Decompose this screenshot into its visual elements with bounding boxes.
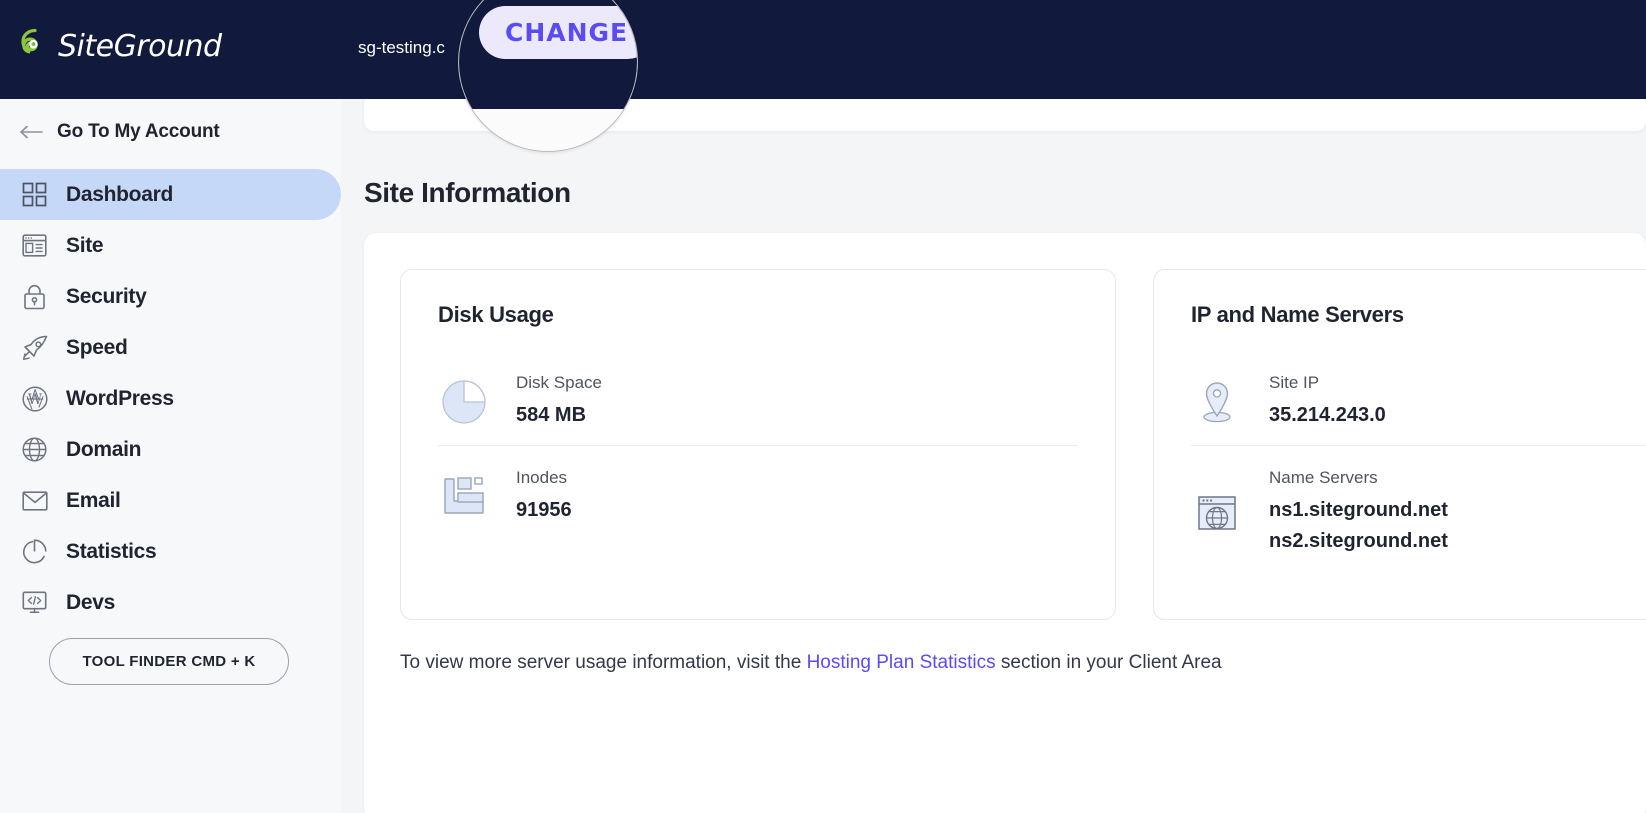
browser-window-icon — [21, 232, 48, 259]
sidebar-item-security[interactable]: Security — [0, 271, 341, 322]
go-to-my-account-link[interactable]: Go To My Account — [0, 99, 341, 165]
pie-chart-icon — [21, 538, 48, 565]
sidebar-item-dashboard[interactable]: Dashboard — [0, 169, 341, 220]
sidebar-item-speed[interactable]: Speed — [0, 322, 341, 373]
rocket-icon — [21, 334, 48, 361]
disk-space-key: Disk Space — [516, 373, 602, 392]
magnifier-white-background — [459, 109, 637, 151]
site-ip-row: Site IP 35.214.243.0 — [1191, 360, 1646, 445]
envelope-icon — [21, 487, 48, 514]
disk-space-text: Disk Space 584 MB — [516, 373, 602, 431]
grid-icon — [21, 181, 48, 208]
svg-text:W: W — [27, 392, 42, 408]
sidebar-item-devs[interactable]: Devs — [0, 577, 341, 628]
magnified-change-button[interactable]: CHANGE — [479, 6, 637, 59]
sidebar-label-speed: Speed — [66, 335, 128, 359]
footnote: To view more server usage information, v… — [400, 652, 1222, 674]
disk-usage-card: Disk Usage Disk Space 584 MB Inodes 9195… — [400, 269, 1116, 620]
top-bar: SiteGround sg-testing.c CHANGE — [0, 0, 1646, 99]
code-monitor-icon — [21, 589, 48, 616]
inodes-icon — [438, 473, 490, 521]
info-cards-row: Disk Usage Disk Space 584 MB Inodes 9195… — [400, 269, 1646, 620]
magnifier-overlay: CHANGE — [458, 0, 638, 152]
hosting-plan-statistics-link[interactable]: Hosting Plan Statistics — [807, 652, 996, 673]
sidebar-label-email: Email — [66, 488, 121, 512]
sidebar-label-wordpress: WordPress — [66, 386, 174, 410]
globe-icon — [21, 436, 48, 463]
magnifier-content: CHANGE — [459, 0, 637, 151]
sidebar-label-security: Security — [66, 284, 147, 308]
name-servers-value: ns1.siteground.net ns2.siteground.net — [1269, 499, 1448, 552]
ip-name-servers-title: IP and Name Servers — [1191, 302, 1404, 327]
name-servers-key: Name Servers — [1269, 468, 1378, 487]
lock-icon — [21, 283, 48, 310]
sidebar-label-site: Site — [66, 233, 104, 257]
pie-chart-filled-icon — [438, 378, 490, 426]
site-name-label: sg-testing.c — [358, 38, 445, 57]
sidebar-item-email[interactable]: Email — [0, 475, 341, 526]
disk-space-value: 584 MB — [516, 404, 587, 426]
site-ip-key: Site IP — [1269, 373, 1320, 392]
go-to-my-account-label: Go To My Account — [57, 121, 220, 142]
sidebar-label-domain: Domain — [66, 437, 142, 461]
siteground-logo-icon — [21, 28, 38, 54]
inodes-key: Inodes — [516, 468, 568, 487]
sidebar-label-devs: Devs — [66, 590, 116, 614]
site-ip-text: Site IP 35.214.243.0 — [1269, 373, 1386, 431]
site-ip-value: 35.214.243.0 — [1269, 404, 1386, 426]
inodes-row: Inodes 91956 — [438, 445, 1078, 540]
name-servers-text: Name Servers ns1.siteground.net ns2.site… — [1269, 468, 1448, 557]
main-content: Site Information Disk Usage Disk Space 5… — [341, 99, 1646, 813]
inodes-text: Inodes 91956 — [516, 468, 572, 526]
arrow-left-icon — [20, 122, 44, 143]
sidebar: Go To My Account Dashboard Site Security… — [0, 99, 341, 813]
disk-space-row: Disk Space 584 MB — [438, 360, 1078, 445]
sidebar-label-dashboard: Dashboard — [66, 182, 173, 206]
disk-usage-title: Disk Usage — [438, 302, 554, 327]
sidebar-item-statistics[interactable]: Statistics — [0, 526, 341, 577]
sidebar-item-site[interactable]: Site — [0, 220, 341, 271]
wordpress-icon: W — [21, 385, 48, 412]
brand-text: SiteGround — [58, 28, 222, 64]
tool-finder-button[interactable]: TOOL FINDER CMD + K — [49, 638, 289, 685]
ip-name-servers-card: IP and Name Servers Site IP 35.214.243.0 — [1153, 269, 1646, 620]
page-title: Site Information — [364, 177, 571, 208]
sidebar-item-domain[interactable]: Domain — [0, 424, 341, 475]
siteground-logo[interactable]: SiteGround — [18, 28, 222, 64]
footnote-before: To view more server usage information, v… — [400, 652, 807, 673]
sidebar-item-wordpress[interactable]: W WordPress — [0, 373, 341, 424]
footnote-after: section in your Client Area — [995, 652, 1222, 673]
nameserver-globe-icon — [1191, 489, 1243, 537]
map-pin-icon — [1191, 378, 1243, 426]
name-servers-row: Name Servers ns1.siteground.net ns2.site… — [1191, 445, 1646, 571]
sidebar-nav: Dashboard Site Security Speed W WordPres… — [0, 169, 341, 685]
site-information-panel: Disk Usage Disk Space 584 MB Inodes 9195… — [364, 233, 1646, 813]
sidebar-label-statistics: Statistics — [66, 539, 157, 563]
inodes-value: 91956 — [516, 499, 572, 521]
